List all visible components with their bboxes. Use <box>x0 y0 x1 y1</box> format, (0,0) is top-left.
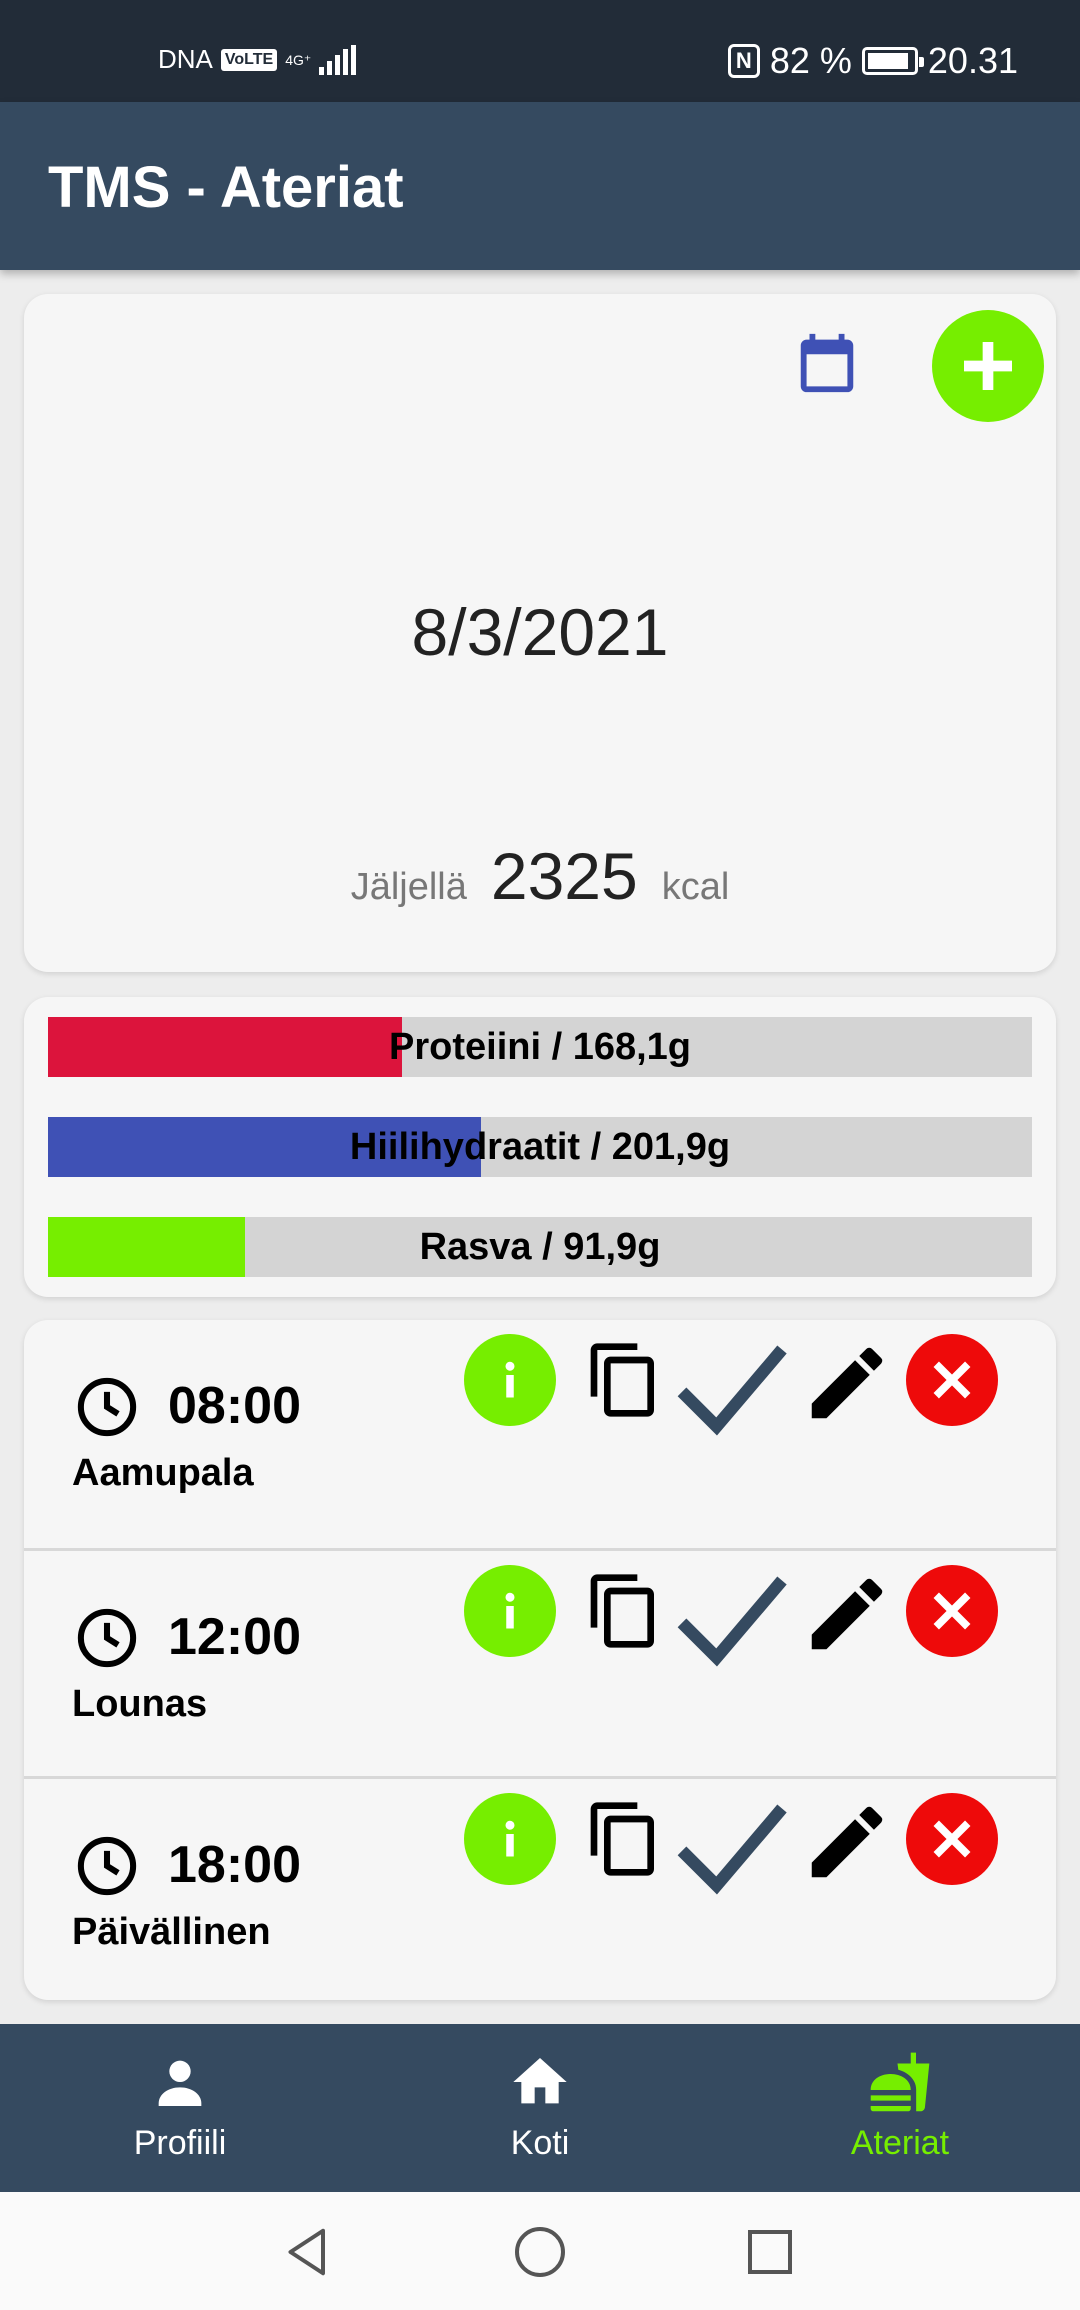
copy-icon[interactable] <box>584 1799 664 1879</box>
fat-bar: Rasva / 91,9g <box>48 1217 1032 1277</box>
delete-icon <box>933 1820 971 1858</box>
remaining-label: Jäljellä <box>350 866 467 908</box>
carbs-bar: Hiilihydraatit / 201,9g <box>48 1117 1032 1177</box>
home-circle-icon[interactable] <box>510 2222 570 2282</box>
recents-icon[interactable] <box>740 2222 800 2282</box>
page-title: TMS - Ateriat <box>48 155 404 220</box>
carbs-label: Hiilihydraatit / 201,9g <box>349 1126 731 1168</box>
delete-button[interactable] <box>906 1565 998 1657</box>
nav-item-meals[interactable]: Ateriat <box>780 2050 1020 2163</box>
meal-time: 18:00 <box>168 1836 301 1894</box>
nav-label-home: Koti <box>510 2124 570 2162</box>
protein-label: Proteiini / 168,1g <box>389 1026 691 1068</box>
clock-time: 20.31 <box>927 40 1018 81</box>
info-button[interactable] <box>464 1793 556 1885</box>
delete-icon <box>933 1592 971 1630</box>
system-nav-bar <box>0 2192 1080 2310</box>
battery-percent: 82 % <box>769 40 852 81</box>
info-icon <box>505 1592 515 1629</box>
nav-label-profile: Profiili <box>133 2124 227 2162</box>
clock-icon <box>77 1377 137 1437</box>
home-icon <box>513 2058 567 2104</box>
calendar-icon[interactable] <box>792 328 862 398</box>
clock-icon <box>77 1836 137 1896</box>
info-button[interactable] <box>464 1334 556 1426</box>
delete-icon <box>933 1361 971 1399</box>
remaining-unit: kcal <box>661 866 730 908</box>
volte-badge: VoLTE <box>220 48 278 71</box>
protein-bar: Proteiini / 168,1g <box>48 1017 1032 1077</box>
meal-name: Lounas <box>72 1683 208 1725</box>
list-item: 18:00 Päivällinen <box>24 1776 1056 2004</box>
info-icon <box>505 1820 515 1857</box>
copy-icon[interactable] <box>584 1340 664 1420</box>
fat-label: Rasva / 91,9g <box>419 1226 661 1268</box>
delete-button[interactable] <box>906 1334 998 1426</box>
bottom-nav: Profiili Koti Ateriat <box>0 2024 1080 2192</box>
carrier-label: DNA <box>158 44 213 74</box>
person-icon <box>158 2060 202 2106</box>
meal-icon <box>870 2052 930 2112</box>
meal-time: 12:00 <box>168 1608 301 1666</box>
check-icon[interactable] <box>674 1338 790 1438</box>
meal-name: Päivällinen <box>72 1911 271 1953</box>
info-icon <box>505 1361 515 1398</box>
signal-icon <box>319 44 357 75</box>
edit-icon[interactable] <box>800 1795 894 1889</box>
app-bar: TMS - Ateriat <box>0 102 1080 270</box>
edit-icon[interactable] <box>800 1567 894 1661</box>
status-left: DNA VoLTE 4G⁺ <box>158 44 357 75</box>
check-icon[interactable] <box>674 1797 790 1897</box>
nfc-icon: N <box>727 44 760 78</box>
back-icon[interactable] <box>278 2222 338 2282</box>
copy-icon[interactable] <box>584 1571 664 1651</box>
meal-name: Aamupala <box>72 1452 254 1494</box>
list-item: 08:00 Aamupala <box>24 1320 1056 1548</box>
selected-date[interactable]: 8/3/2021 <box>24 594 1056 670</box>
clock-icon <box>77 1608 137 1668</box>
meal-time: 08:00 <box>168 1377 301 1435</box>
nav-item-profile[interactable]: Profiili <box>60 2050 300 2163</box>
meals-list: 08:00 Aamupala 12:00 Lounas 18:00 Päiväl… <box>24 1320 1056 2000</box>
add-meal-button[interactable] <box>932 310 1044 422</box>
status-right: N 82 % 20.31 <box>727 40 1018 82</box>
remaining-value: 2325 <box>490 839 638 913</box>
plus-icon <box>964 342 1012 390</box>
battery-icon <box>861 47 924 75</box>
macros-card: Proteiini / 168,1g Hiilihydraatit / 201,… <box>24 997 1056 1297</box>
remaining-calories: Jäljellä 2325 kcal <box>24 838 1056 914</box>
status-bar: DNA VoLTE 4G⁺ N 82 % 20.31 <box>0 0 1080 102</box>
check-icon[interactable] <box>674 1569 790 1669</box>
edit-icon[interactable] <box>800 1336 894 1430</box>
nav-item-home[interactable]: Koti <box>420 2050 660 2163</box>
info-button[interactable] <box>464 1565 556 1657</box>
list-item: 12:00 Lounas <box>24 1548 1056 1776</box>
network-type: 4G⁺ <box>285 51 312 68</box>
delete-button[interactable] <box>906 1793 998 1885</box>
day-summary-card: 8/3/2021 Jäljellä 2325 kcal <box>24 294 1056 972</box>
nav-label-meals: Ateriat <box>850 2124 950 2162</box>
